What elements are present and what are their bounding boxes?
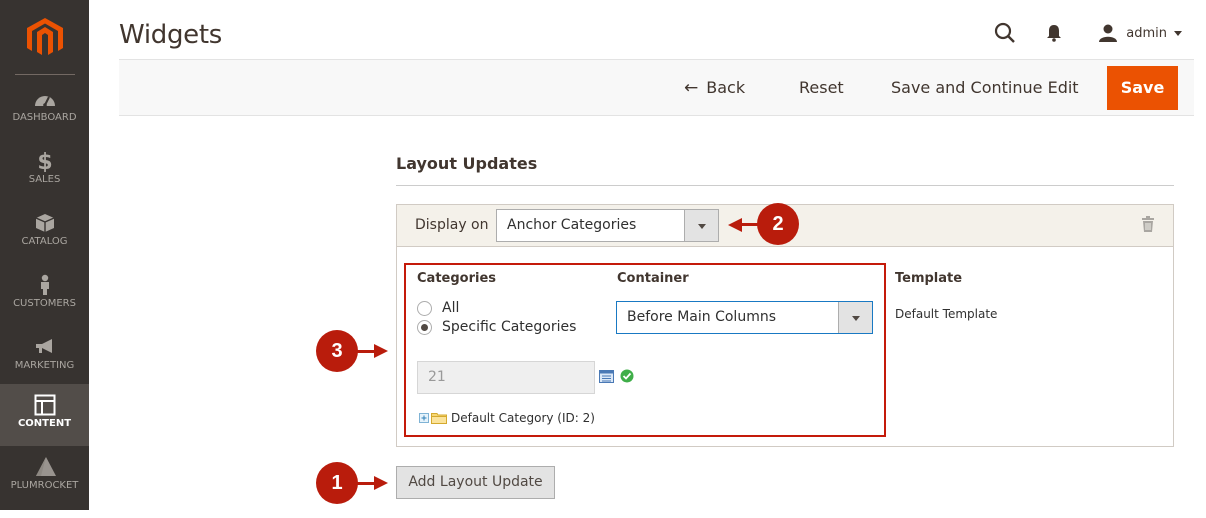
callout-1: 1 (316, 462, 358, 504)
back-label: Back (706, 78, 746, 97)
notifications-button[interactable] (1046, 24, 1062, 42)
back-button[interactable]: ← Back (684, 60, 745, 115)
sidebar-item-label: MARKETING (14, 360, 75, 371)
sidebar-item-catalog[interactable]: CATALOG (0, 212, 89, 274)
user-name: admin (1126, 25, 1167, 41)
pyramid-icon (35, 457, 56, 476)
person-icon (40, 274, 49, 295)
megaphone-icon (35, 339, 52, 353)
sidebar-item-content[interactable]: CONTENT (0, 384, 89, 446)
search-button[interactable] (994, 22, 1016, 44)
display-on-value: Anchor Categories (507, 217, 637, 233)
radio-all[interactable]: All (417, 300, 459, 316)
reset-button[interactable]: Reset (799, 60, 844, 115)
layout-icon (34, 394, 55, 416)
annotation-arrowhead (374, 476, 388, 490)
sidebar-item-label: CUSTOMERS (13, 298, 76, 309)
box-icon (35, 214, 54, 232)
radio-button-checked[interactable] (417, 319, 432, 335)
save-and-continue-button[interactable]: Save and Continue Edit (891, 60, 1079, 115)
container-label: Container (617, 271, 689, 286)
search-icon (995, 22, 1016, 43)
callout-3: 3 (316, 330, 358, 372)
display-on-select[interactable]: Anchor Categories (496, 209, 719, 242)
svg-text:$: $ (37, 150, 52, 172)
sidebar-item-label: SALES (28, 174, 61, 185)
section-title: Layout Updates (396, 154, 538, 173)
admin-sidebar: DASHBOARD $ SALES CATALOG CUSTOMERS MARK… (0, 0, 89, 510)
trash-icon[interactable] (1141, 216, 1155, 232)
chooser-list-icon[interactable] (599, 370, 614, 383)
template-label: Template (895, 271, 963, 286)
container-value: Before Main Columns (627, 309, 777, 325)
logo-divider (15, 74, 75, 75)
radio-all-label: All (442, 300, 460, 316)
sidebar-item-label: CONTENT (17, 418, 72, 429)
annotation-arrow-line (354, 482, 376, 485)
add-layout-update-button[interactable]: Add Layout Update (396, 466, 555, 499)
display-on-label: Display on (415, 217, 489, 233)
sidebar-item-plumrocket[interactable]: PLUMROCKET (0, 456, 89, 518)
sidebar-item-label: DASHBOARD (12, 112, 77, 123)
dashboard-icon (34, 96, 55, 107)
page-actions-bar: ← Back Reset Save and Continue Edit Save (119, 59, 1194, 116)
sidebar-item-label: CATALOG (21, 236, 68, 247)
magento-logo[interactable] (27, 18, 63, 58)
expand-plus-icon[interactable] (419, 413, 429, 423)
arrow-left-icon: ← (684, 78, 699, 98)
bell-icon (1047, 25, 1062, 42)
chevron-down-icon (684, 210, 718, 241)
category-ids-input[interactable]: 21 (417, 361, 595, 394)
sidebar-item-sales[interactable]: $ SALES (0, 150, 89, 212)
category-tree-label: Default Category (ID: 2) (451, 411, 595, 425)
user-icon (1099, 24, 1118, 42)
category-tree-node[interactable]: Default Category (ID: 2) (419, 411, 595, 425)
header-actions: admin (994, 20, 1182, 46)
container-select[interactable]: Before Main Columns (616, 301, 873, 334)
folder-icon (431, 413, 447, 424)
annotation-arrowhead (374, 344, 388, 358)
sidebar-item-customers[interactable]: CUSTOMERS (0, 274, 89, 336)
apply-check-icon[interactable] (620, 369, 634, 383)
save-button[interactable]: Save (1107, 66, 1178, 110)
radio-specific-categories[interactable]: Specific Categories (417, 319, 576, 335)
radio-specific-label: Specific Categories (442, 319, 577, 335)
chevron-down-icon (838, 302, 872, 333)
radio-button[interactable] (417, 300, 432, 316)
annotation-arrow-line (354, 350, 376, 353)
sidebar-item-label: PLUMROCKET (10, 480, 79, 491)
categories-label: Categories (417, 271, 497, 286)
dollar-icon: $ (37, 150, 52, 172)
page-title: Widgets (119, 20, 223, 50)
callout-2: 2 (757, 203, 799, 245)
sidebar-item-dashboard[interactable]: DASHBOARD (0, 88, 89, 150)
user-menu[interactable]: admin (1098, 24, 1182, 42)
template-value: Default Template (895, 307, 998, 321)
section-divider (396, 185, 1174, 186)
chevron-down-icon (1174, 30, 1182, 36)
